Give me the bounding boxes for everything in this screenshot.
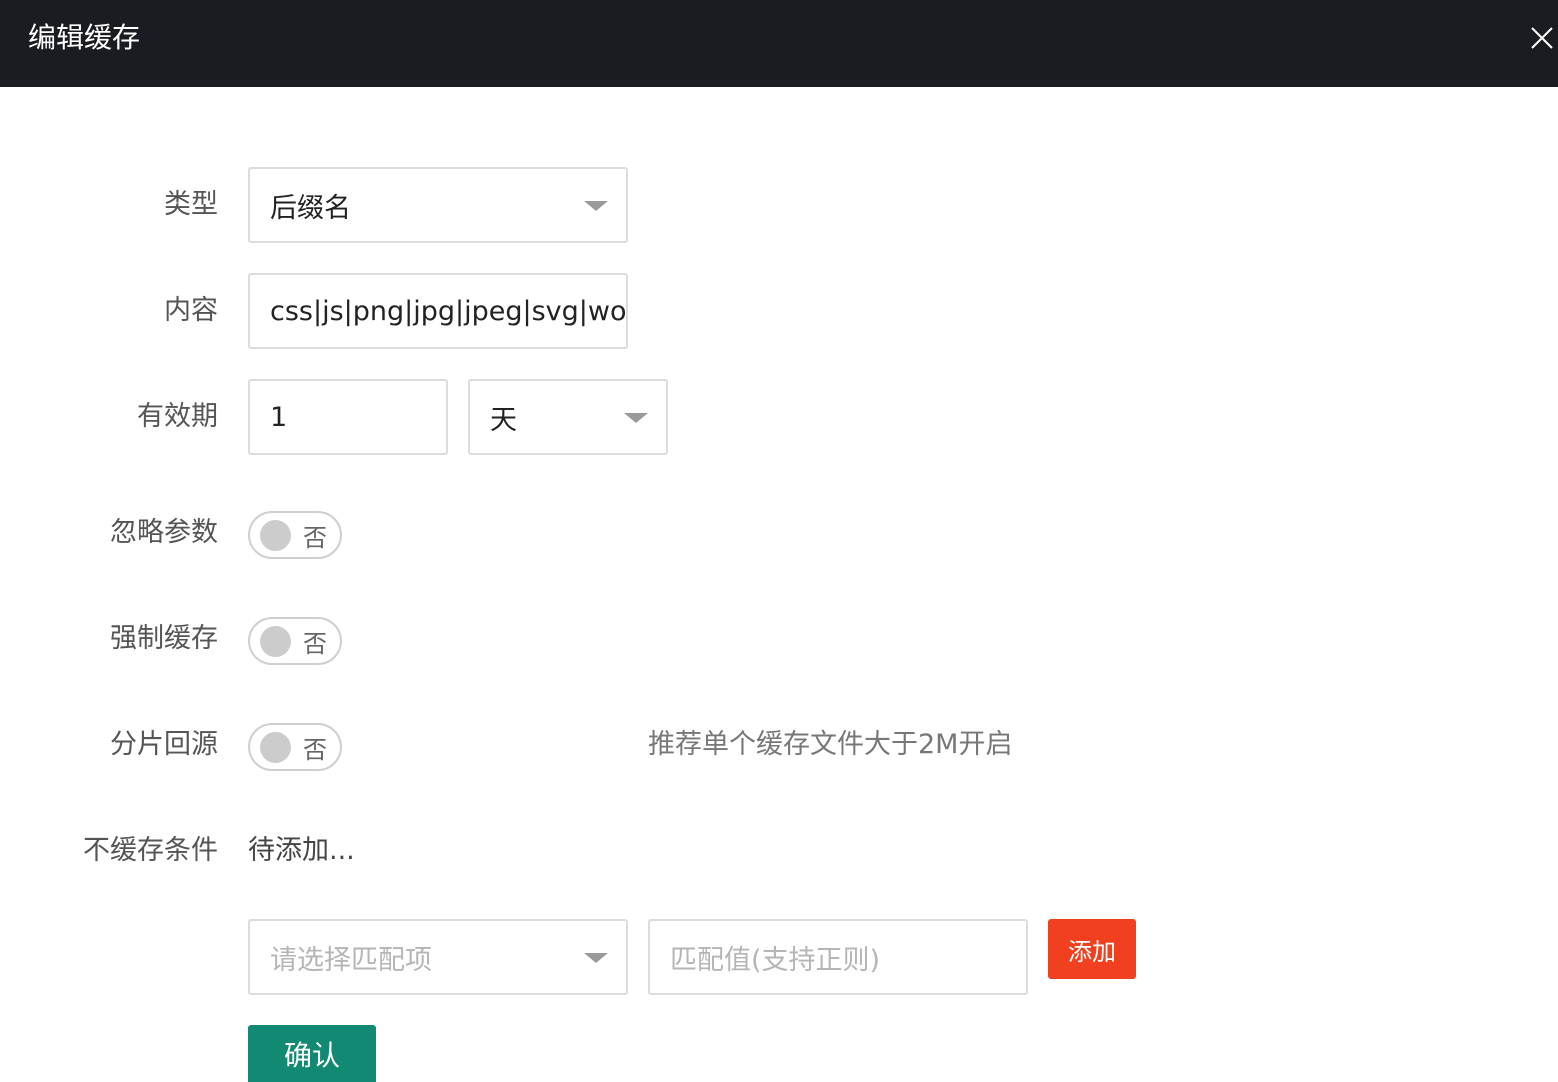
expiry-unit-value: 天 — [490, 404, 517, 436]
chevron-down-icon — [624, 413, 648, 423]
slice-origin-toggle[interactable]: 否 — [248, 723, 342, 771]
expiry-unit-select[interactable]: 天 — [468, 379, 668, 455]
toggle-knob — [260, 626, 291, 657]
match-value-input[interactable]: 匹配值(支持正则) — [648, 919, 1028, 995]
chevron-down-icon — [584, 953, 608, 963]
pending-conditions-text: 待添加... — [248, 835, 355, 866]
no-cache-conditions-label: 不缓存条件 — [83, 835, 218, 866]
add-condition-button[interactable]: 添加 — [1048, 919, 1136, 979]
match-item-select[interactable]: 请选择匹配项 — [248, 919, 628, 995]
content-input[interactable]: css|js|png|jpg|jpeg|svg|woff2 — [248, 273, 628, 349]
type-select-value: 后缀名 — [270, 192, 351, 224]
toggle-state-label: 否 — [303, 523, 327, 552]
toggle-knob — [260, 520, 291, 551]
force-cache-label: 强制缓存 — [110, 623, 218, 654]
type-select[interactable]: 后缀名 — [248, 167, 628, 243]
expiry-value-text: 1 — [270, 401, 288, 433]
ignore-params-toggle[interactable]: 否 — [248, 511, 342, 559]
slice-origin-label: 分片回源 — [110, 729, 218, 760]
content-label: 内容 — [164, 295, 218, 326]
close-button[interactable] — [1528, 24, 1556, 52]
slice-origin-hint: 推荐单个缓存文件大于2M开启 — [648, 729, 1013, 760]
force-cache-toggle[interactable]: 否 — [248, 617, 342, 665]
toggle-knob — [260, 732, 291, 763]
match-item-placeholder: 请选择匹配项 — [270, 944, 432, 976]
expiry-value-input[interactable]: 1 — [248, 379, 448, 455]
ignore-params-label: 忽略参数 — [110, 517, 218, 548]
chevron-down-icon — [584, 201, 608, 211]
content-input-value: css|js|png|jpg|jpeg|svg|woff2 — [270, 295, 628, 327]
expiry-label: 有效期 — [137, 401, 218, 432]
dialog-title: 编辑缓存 — [28, 21, 141, 54]
match-value-placeholder: 匹配值(支持正则) — [670, 944, 881, 976]
toggle-state-label: 否 — [303, 629, 327, 658]
dialog-header: 编辑缓存 — [0, 0, 1558, 87]
toggle-state-label: 否 — [303, 735, 327, 764]
type-label: 类型 — [164, 189, 218, 220]
confirm-button[interactable]: 确认 — [248, 1025, 376, 1082]
close-icon — [1531, 27, 1553, 49]
